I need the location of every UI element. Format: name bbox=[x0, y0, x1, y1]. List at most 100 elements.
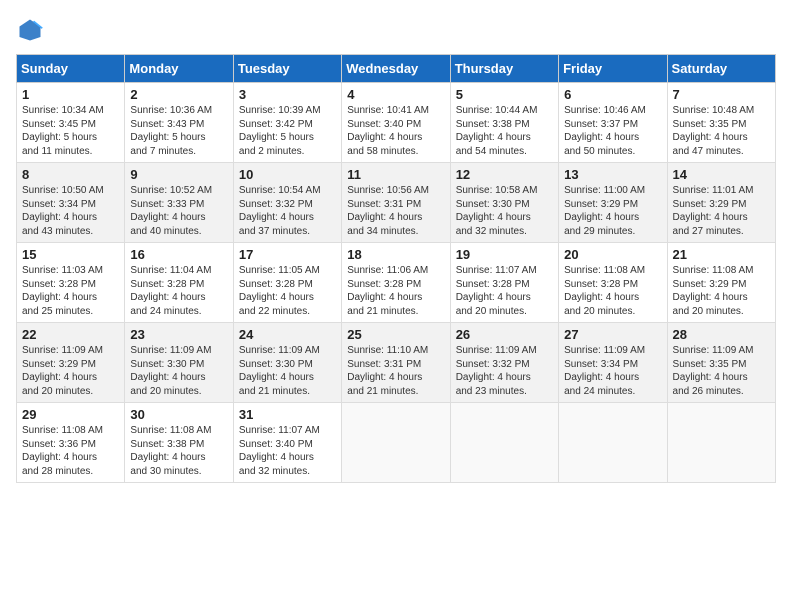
day-info: Sunrise: 11:08 AM Sunset: 3:36 PM Daylig… bbox=[22, 425, 103, 477]
calendar-cell: 21 Sunrise: 11:08 AM Sunset: 3:29 PM Dayl… bbox=[667, 243, 775, 323]
calendar-cell bbox=[342, 403, 450, 483]
calendar-cell: 26 Sunrise: 11:09 AM Sunset: 3:32 PM Dayl… bbox=[450, 323, 558, 403]
calendar-cell: 3 Sunrise: 10:39 AM Sunset: 3:42 PM Dayli… bbox=[233, 83, 341, 163]
calendar-cell: 5 Sunrise: 10:44 AM Sunset: 3:38 PM Dayli… bbox=[450, 83, 558, 163]
calendar-cell: 27 Sunrise: 11:09 AM Sunset: 3:34 PM Dayl… bbox=[559, 323, 667, 403]
day-info: Sunrise: 10:56 AM Sunset: 3:31 PM Daylig… bbox=[347, 185, 429, 237]
day-info: Sunrise: 11:04 AM Sunset: 3:28 PM Daylig… bbox=[130, 265, 211, 317]
page-header bbox=[16, 16, 776, 44]
header-cell-saturday: Saturday bbox=[667, 55, 775, 83]
day-info: Sunrise: 11:09 AM Sunset: 3:32 PM Daylig… bbox=[456, 345, 537, 397]
header-cell-friday: Friday bbox=[559, 55, 667, 83]
day-info: Sunrise: 10:41 AM Sunset: 3:40 PM Daylig… bbox=[347, 105, 429, 157]
day-info: Sunrise: 11:09 AM Sunset: 3:30 PM Daylig… bbox=[130, 345, 211, 397]
day-number: 12 bbox=[456, 167, 553, 182]
day-info: Sunrise: 11:07 AM Sunset: 3:40 PM Daylig… bbox=[239, 425, 320, 477]
calendar-cell: 6 Sunrise: 10:46 AM Sunset: 3:37 PM Dayli… bbox=[559, 83, 667, 163]
day-info: Sunrise: 11:09 AM Sunset: 3:30 PM Daylig… bbox=[239, 345, 320, 397]
calendar-cell: 30 Sunrise: 11:08 AM Sunset: 3:38 PM Dayl… bbox=[125, 403, 233, 483]
day-info: Sunrise: 10:44 AM Sunset: 3:38 PM Daylig… bbox=[456, 105, 538, 157]
header-row: SundayMondayTuesdayWednesdayThursdayFrid… bbox=[17, 55, 776, 83]
day-number: 28 bbox=[673, 327, 770, 342]
week-row-1: 1 Sunrise: 10:34 AM Sunset: 3:45 PM Dayli… bbox=[17, 83, 776, 163]
calendar-cell: 18Sunrise: 11:06 AM Sunset: 3:28 PM Dayl… bbox=[342, 243, 450, 323]
day-info: Sunrise: 11:03 AM Sunset: 3:28 PM Daylig… bbox=[22, 265, 103, 317]
calendar-cell: 19 Sunrise: 11:07 AM Sunset: 3:28 PM Dayl… bbox=[450, 243, 558, 323]
week-row-3: 15 Sunrise: 11:03 AM Sunset: 3:28 PM Dayl… bbox=[17, 243, 776, 323]
day-number: 1 bbox=[22, 87, 119, 102]
day-number: 4 bbox=[347, 87, 444, 102]
calendar-header: SundayMondayTuesdayWednesdayThursdayFrid… bbox=[17, 55, 776, 83]
day-number: 7 bbox=[673, 87, 770, 102]
header-cell-wednesday: Wednesday bbox=[342, 55, 450, 83]
day-info: Sunrise: 11:08 AM Sunset: 3:29 PM Daylig… bbox=[673, 265, 754, 317]
calendar-cell: 10 Sunrise: 10:54 AM Sunset: 3:32 PM Dayl… bbox=[233, 163, 341, 243]
day-number: 3 bbox=[239, 87, 336, 102]
day-number: 21 bbox=[673, 247, 770, 262]
calendar-cell: 23 Sunrise: 11:09 AM Sunset: 3:30 PM Dayl… bbox=[125, 323, 233, 403]
calendar-cell bbox=[667, 403, 775, 483]
day-info: Sunrise: 11:00 AM Sunset: 3:29 PM Daylig… bbox=[564, 185, 645, 237]
day-number: 19 bbox=[456, 247, 553, 262]
day-info: Sunrise: 10:58 AM Sunset: 3:30 PM Daylig… bbox=[456, 185, 538, 237]
header-cell-thursday: Thursday bbox=[450, 55, 558, 83]
week-row-4: 22Sunrise: 11:09 AM Sunset: 3:29 PM Dayl… bbox=[17, 323, 776, 403]
day-number: 15 bbox=[22, 247, 119, 262]
day-info: Sunrise: 10:54 AM Sunset: 3:32 PM Daylig… bbox=[239, 185, 321, 237]
day-number: 5 bbox=[456, 87, 553, 102]
day-number: 18 bbox=[347, 247, 444, 262]
calendar-cell: 25 Sunrise: 11:10 AM Sunset: 3:31 PM Dayl… bbox=[342, 323, 450, 403]
calendar-cell: 16 Sunrise: 11:04 AM Sunset: 3:28 PM Dayl… bbox=[125, 243, 233, 323]
calendar-cell: 28 Sunrise: 11:09 AM Sunset: 3:35 PM Dayl… bbox=[667, 323, 775, 403]
day-number: 31 bbox=[239, 407, 336, 422]
day-number: 16 bbox=[130, 247, 227, 262]
day-number: 23 bbox=[130, 327, 227, 342]
calendar-cell: 14Sunrise: 11:01 AM Sunset: 3:29 PM Dayl… bbox=[667, 163, 775, 243]
day-number: 6 bbox=[564, 87, 661, 102]
day-number: 13 bbox=[564, 167, 661, 182]
day-info: Sunrise: 10:50 AM Sunset: 3:34 PM Daylig… bbox=[22, 185, 104, 237]
day-number: 20 bbox=[564, 247, 661, 262]
header-cell-monday: Monday bbox=[125, 55, 233, 83]
calendar-cell: 7 Sunrise: 10:48 AM Sunset: 3:35 PM Dayli… bbox=[667, 83, 775, 163]
day-info: Sunrise: 10:39 AM Sunset: 3:42 PM Daylig… bbox=[239, 105, 321, 157]
calendar-cell: 15 Sunrise: 11:03 AM Sunset: 3:28 PM Dayl… bbox=[17, 243, 125, 323]
calendar-body: 1 Sunrise: 10:34 AM Sunset: 3:45 PM Dayli… bbox=[17, 83, 776, 483]
day-info: Sunrise: 11:05 AM Sunset: 3:28 PM Daylig… bbox=[239, 265, 320, 317]
day-info: Sunrise: 10:34 AM Sunset: 3:45 PM Daylig… bbox=[22, 105, 104, 157]
day-info: Sunrise: 11:09 AM Sunset: 3:34 PM Daylig… bbox=[564, 345, 645, 397]
day-number: 9 bbox=[130, 167, 227, 182]
calendar-cell: 12 Sunrise: 10:58 AM Sunset: 3:30 PM Dayl… bbox=[450, 163, 558, 243]
day-number: 10 bbox=[239, 167, 336, 182]
day-number: 29 bbox=[22, 407, 119, 422]
calendar-cell: 2Sunrise: 10:36 AM Sunset: 3:43 PM Dayli… bbox=[125, 83, 233, 163]
calendar-cell: 13 Sunrise: 11:00 AM Sunset: 3:29 PM Dayl… bbox=[559, 163, 667, 243]
day-number: 30 bbox=[130, 407, 227, 422]
calendar-cell: 1 Sunrise: 10:34 AM Sunset: 3:45 PM Dayli… bbox=[17, 83, 125, 163]
day-number: 25 bbox=[347, 327, 444, 342]
day-info: Sunrise: 11:09 AM Sunset: 3:35 PM Daylig… bbox=[673, 345, 754, 397]
day-number: 14 bbox=[673, 167, 770, 182]
day-info: Sunrise: 10:46 AM Sunset: 3:37 PM Daylig… bbox=[564, 105, 646, 157]
day-info: Sunrise: 11:08 AM Sunset: 3:38 PM Daylig… bbox=[130, 425, 211, 477]
week-row-2: 8Sunrise: 10:50 AM Sunset: 3:34 PM Dayli… bbox=[17, 163, 776, 243]
logo bbox=[16, 16, 48, 44]
day-number: 17 bbox=[239, 247, 336, 262]
day-number: 26 bbox=[456, 327, 553, 342]
day-number: 24 bbox=[239, 327, 336, 342]
day-info: Sunrise: 11:07 AM Sunset: 3:28 PM Daylig… bbox=[456, 265, 537, 317]
calendar-cell: 8Sunrise: 10:50 AM Sunset: 3:34 PM Dayli… bbox=[17, 163, 125, 243]
header-cell-sunday: Sunday bbox=[17, 55, 125, 83]
day-number: 27 bbox=[564, 327, 661, 342]
calendar-cell: 24 Sunrise: 11:09 AM Sunset: 3:30 PM Dayl… bbox=[233, 323, 341, 403]
week-row-5: 29 Sunrise: 11:08 AM Sunset: 3:36 PM Dayl… bbox=[17, 403, 776, 483]
day-info: Sunrise: 11:10 AM Sunset: 3:31 PM Daylig… bbox=[347, 345, 428, 397]
calendar-cell: 20Sunrise: 11:08 AM Sunset: 3:28 PM Dayl… bbox=[559, 243, 667, 323]
day-info: Sunrise: 10:48 AM Sunset: 3:35 PM Daylig… bbox=[673, 105, 755, 157]
calendar-cell: 17 Sunrise: 11:05 AM Sunset: 3:28 PM Dayl… bbox=[233, 243, 341, 323]
day-number: 11 bbox=[347, 167, 444, 182]
day-number: 2 bbox=[130, 87, 227, 102]
day-info: Sunrise: 11:09 AM Sunset: 3:29 PM Daylig… bbox=[22, 345, 103, 397]
calendar-table: SundayMondayTuesdayWednesdayThursdayFrid… bbox=[16, 54, 776, 483]
logo-icon bbox=[16, 16, 44, 44]
